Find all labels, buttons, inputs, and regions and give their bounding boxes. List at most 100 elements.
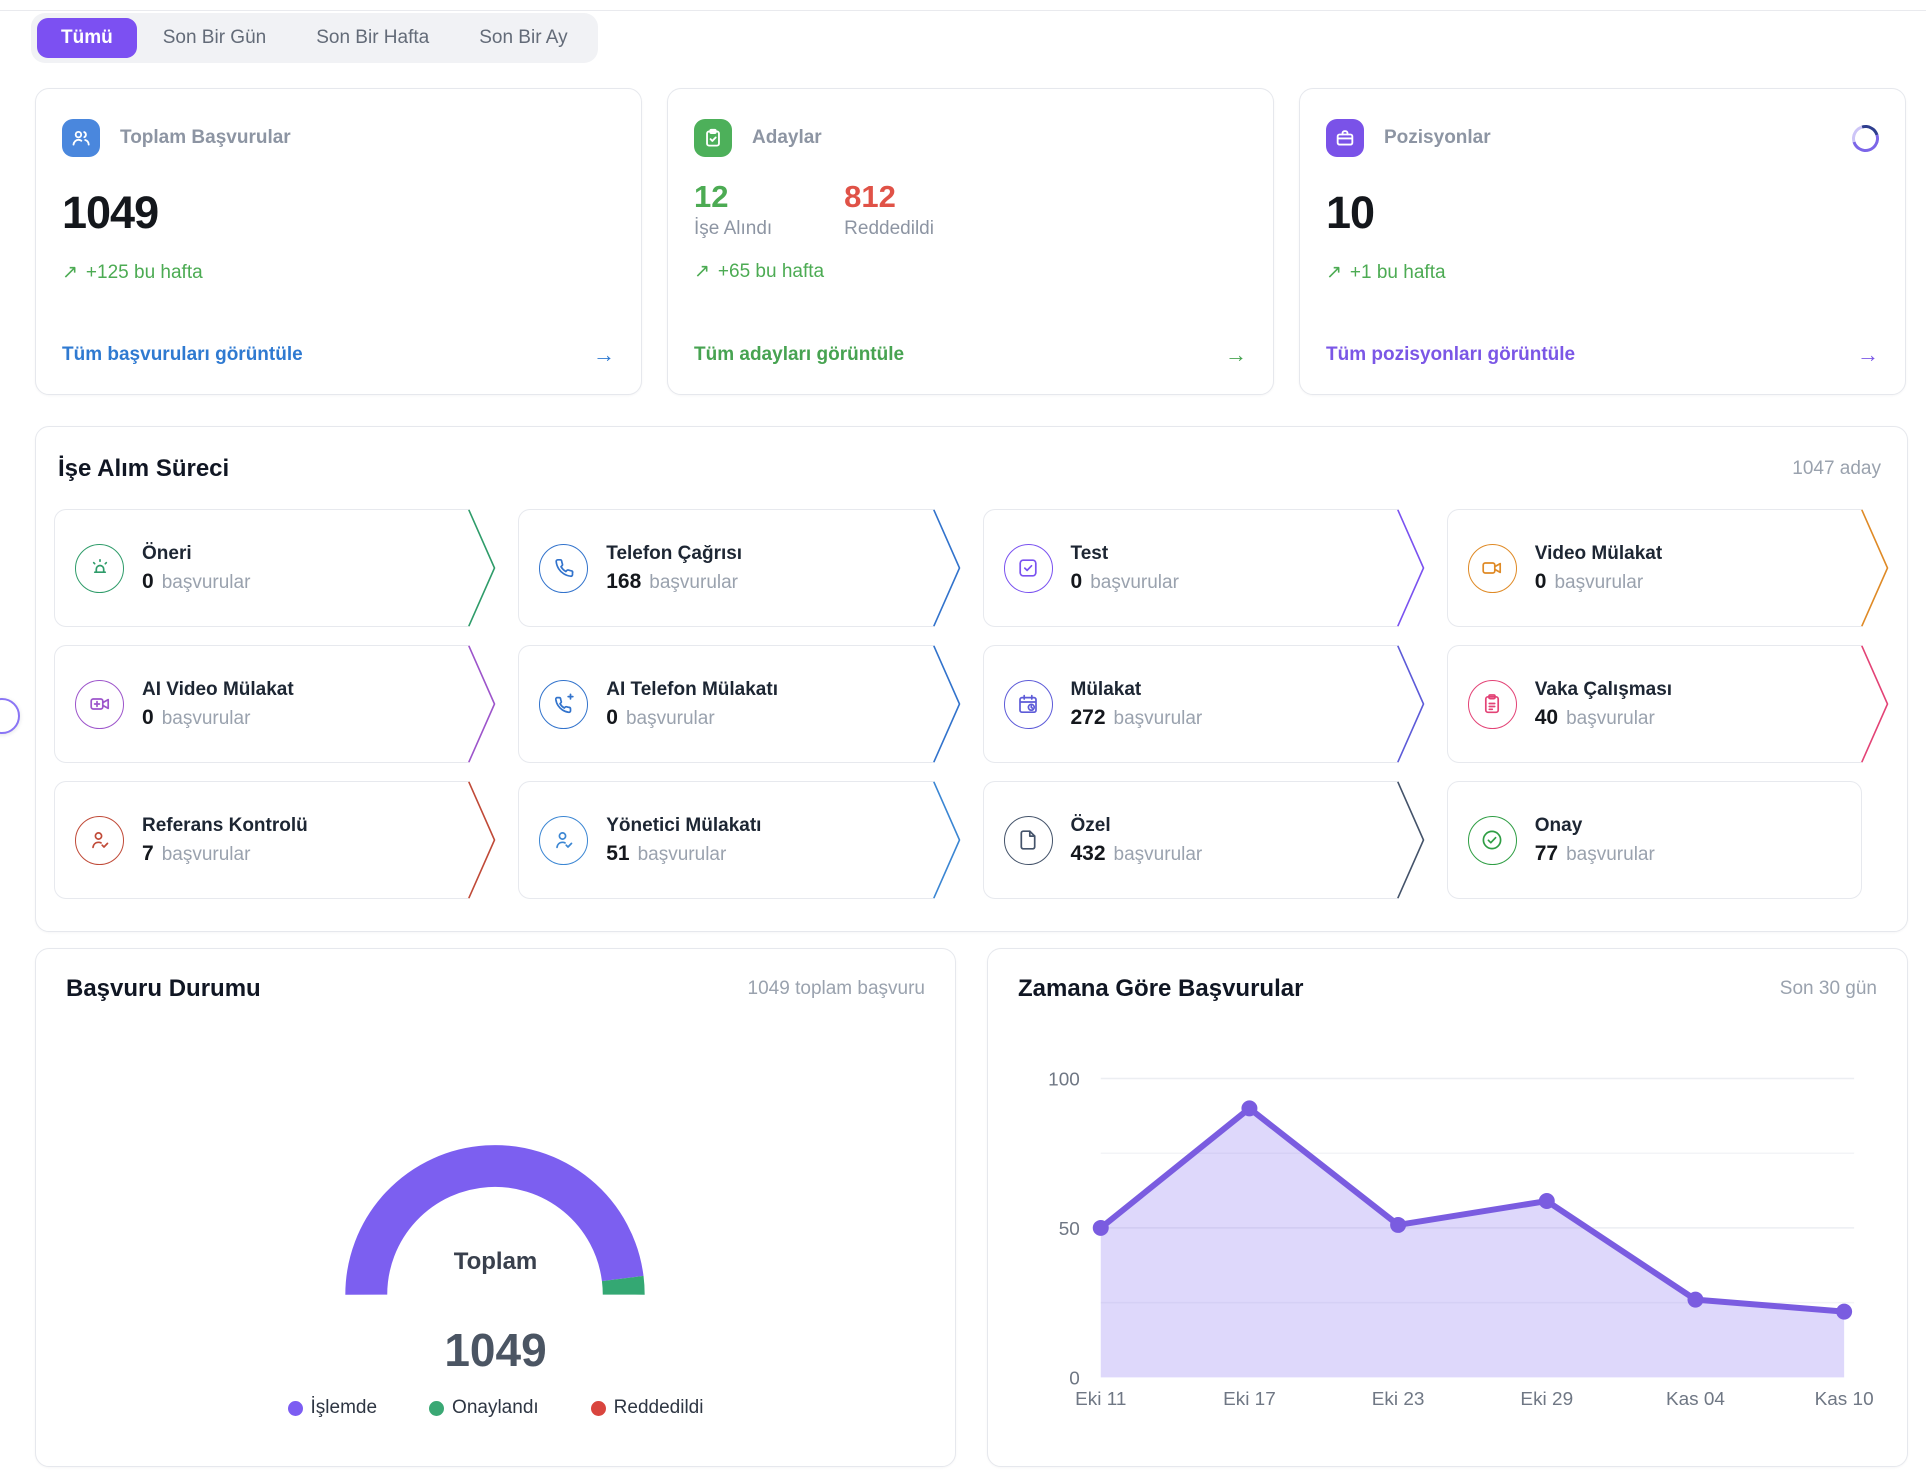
document-icon — [1004, 816, 1053, 865]
pipeline-stage-card[interactable]: Video Mülakat 0 başvurular — [1447, 509, 1862, 627]
stage-text: Video Mülakat 0 başvurular — [1535, 543, 1662, 594]
stage-count-suffix: başvurular — [649, 572, 738, 594]
status-gauge-chart — [36, 949, 955, 1466]
svg-text:Eki 23: Eki 23 — [1372, 1389, 1425, 1410]
pipeline-stage-card[interactable]: Onay 77 başvurular — [1447, 781, 1862, 899]
stage-count-suffix: başvurular — [1114, 844, 1203, 866]
card-header-left: Toplam Başvurular — [62, 119, 291, 157]
stage-chevron-icon — [468, 509, 496, 627]
view-all-candidates-link[interactable]: Tüm adayları görüntüle → — [694, 342, 1247, 368]
trend-text: +125 bu hafta — [86, 262, 203, 284]
stage-count-line: 40 başvurular — [1535, 706, 1672, 730]
phone-icon — [539, 544, 588, 593]
stage-name: AI Video Mülakat — [142, 679, 294, 701]
card-header: Pozisyonlar — [1326, 119, 1879, 157]
stage-chevron-icon — [1397, 509, 1425, 627]
hired-label: İşe Alındı — [694, 218, 772, 240]
stage-count: 7 — [142, 842, 154, 866]
card-title: Toplam Başvurular — [120, 127, 291, 149]
stage-chevron-icon — [468, 645, 496, 763]
pipeline-stage-card[interactable]: Özel 432 başvurular — [983, 781, 1398, 899]
stage-text: Referans Kontrolü 7 başvurular — [142, 815, 308, 866]
legend-dot-icon — [591, 1401, 606, 1416]
stage-text: Telefon Çağrısı 168 başvurular — [606, 543, 742, 594]
charts-row: Başvuru Durumu 1049 toplam başvuru Topla… — [35, 948, 1908, 1467]
chart-subtitle: Son 30 gün — [1780, 978, 1877, 1000]
rejected-label: Reddedildi — [844, 218, 934, 240]
view-all-positions-link[interactable]: Tüm pozisyonları görüntüle → — [1326, 342, 1879, 368]
svg-text:Kas 10: Kas 10 — [1815, 1389, 1874, 1410]
stage-count-suffix: başvurular — [162, 708, 251, 730]
candidates-card: Adaylar 12 İşe Alındı 812 Reddedildi ↗ +… — [667, 88, 1274, 395]
stage-chevron-icon — [933, 781, 961, 899]
chart-title: Başvuru Durumu — [66, 975, 261, 1003]
stage-count-suffix: başvurular — [162, 572, 251, 594]
trend-row: ↗ +65 bu hafta — [694, 260, 1247, 283]
chart-subtitle: 1049 toplam başvuru — [748, 978, 925, 1000]
svg-text:100: 100 — [1048, 1069, 1080, 1090]
legend-label: Onaylandı — [452, 1397, 539, 1419]
pipeline-stage-card[interactable]: Vaka Çalışması 40 başvurular — [1447, 645, 1862, 763]
legend-label: İşlemde — [311, 1397, 378, 1419]
clipboard-icon — [1468, 680, 1517, 729]
arrow-right-icon: → — [1225, 342, 1247, 368]
pipeline-stage-card[interactable]: Telefon Çağrısı 168 başvurular — [518, 509, 933, 627]
left-edge-widget[interactable] — [0, 698, 20, 734]
tab-tümü[interactable]: Tümü — [37, 18, 137, 58]
pipeline-stage-card[interactable]: Referans Kontrolü 7 başvurular — [54, 781, 469, 899]
stage-chevron-icon — [933, 645, 961, 763]
svg-text:Eki 29: Eki 29 — [1520, 1389, 1573, 1410]
stage-count: 0 — [142, 570, 154, 594]
stage-name: Mülakat — [1071, 679, 1203, 701]
check-circle-icon — [1468, 816, 1517, 865]
users-icon — [62, 119, 100, 157]
card-title: Adaylar — [752, 127, 822, 149]
pipeline-stage-card[interactable]: Mülakat 272 başvurular — [983, 645, 1398, 763]
svg-text:50: 50 — [1059, 1219, 1080, 1240]
section-title: İşe Alım Süreci — [58, 455, 229, 483]
stage-count: 168 — [606, 570, 641, 594]
stage-count-line: 0 başvurular — [142, 706, 294, 730]
stage-count: 272 — [1071, 706, 1106, 730]
stage-text: Mülakat 272 başvurular — [1071, 679, 1203, 730]
section-header: İşe Alım Süreci 1047 aday — [54, 453, 1889, 483]
arrow-right-icon: → — [1857, 342, 1879, 368]
stage-count-line: 51 başvurular — [606, 842, 761, 866]
pipeline-stage-grid: Öneri 0 başvurular Telefon Çağrısı 168 b… — [54, 509, 1889, 899]
stage-name: Öneri — [142, 543, 250, 565]
section-total-candidates: 1047 aday — [1792, 458, 1881, 480]
user-check-icon — [539, 816, 588, 865]
pipeline-stage-card[interactable]: Test 0 başvurular — [983, 509, 1398, 627]
stage-text: AI Telefon Mülakatı 0 başvurular — [606, 679, 778, 730]
trend-up-icon: ↗ — [62, 261, 78, 284]
gauge-center-label: Toplam — [36, 1248, 955, 1276]
stage-name: Özel — [1071, 815, 1203, 837]
stage-name: Vaka Çalışması — [1535, 679, 1672, 701]
stage-count-suffix: başvurular — [1566, 708, 1655, 730]
stage-text: AI Video Mülakat 0 başvurular — [142, 679, 294, 730]
pipeline-stage-card[interactable]: AI Video Mülakat 0 başvurular — [54, 645, 469, 763]
hired-rejected-row: 12 İşe Alındı 812 Reddedildi — [694, 179, 1247, 240]
loading-spinner-icon — [1847, 120, 1884, 157]
stage-name: Test — [1071, 543, 1179, 565]
stage-name: Yönetici Mülakatı — [606, 815, 761, 837]
pipeline-stage-card[interactable]: Öneri 0 başvurular — [54, 509, 469, 627]
tab-son-bir-gün[interactable]: Son Bir Gün — [139, 18, 291, 58]
siren-icon — [75, 544, 124, 593]
pipeline-stage-card[interactable]: AI Telefon Mülakatı 0 başvurular — [518, 645, 933, 763]
stage-count-suffix: başvurular — [1554, 572, 1643, 594]
legend-dot-icon — [288, 1401, 303, 1416]
tab-son-bir-ay[interactable]: Son Bir Ay — [455, 18, 591, 58]
tab-son-bir-hafta[interactable]: Son Bir Hafta — [292, 18, 453, 58]
stage-text: Öneri 0 başvurular — [142, 543, 250, 594]
link-label: Tüm başvuruları görüntüle — [62, 344, 303, 366]
trend-up-icon: ↗ — [1326, 261, 1342, 284]
rejected-stat: 812 Reddedildi — [844, 179, 934, 240]
svg-text:0: 0 — [1069, 1368, 1080, 1389]
stage-chevron-icon — [468, 781, 496, 899]
svg-text:Eki 17: Eki 17 — [1223, 1389, 1276, 1410]
svg-text:Eki 11: Eki 11 — [1075, 1389, 1126, 1410]
briefcase-icon — [1326, 119, 1364, 157]
view-all-applications-link[interactable]: Tüm başvuruları görüntüle → — [62, 342, 615, 368]
pipeline-stage-card[interactable]: Yönetici Mülakatı 51 başvurular — [518, 781, 933, 899]
